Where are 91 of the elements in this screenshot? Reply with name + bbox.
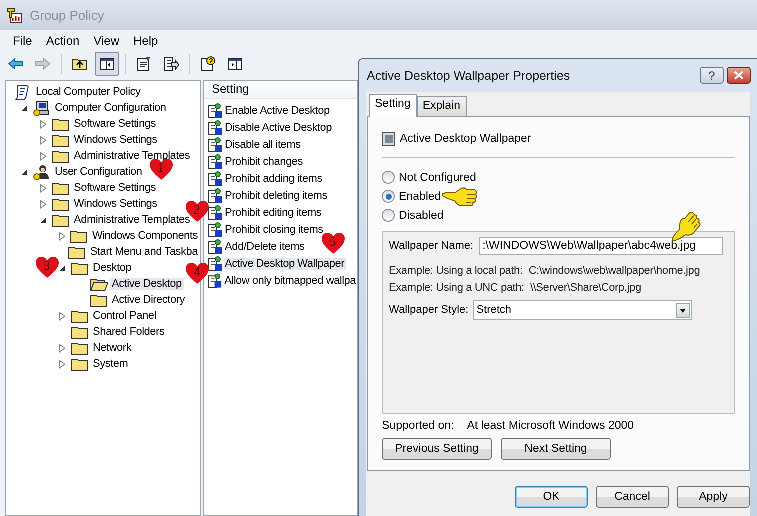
field-label: Wallpaper Name: bbox=[389, 240, 474, 252]
setting-item[interactable]: Add/Delete items bbox=[224, 240, 306, 252]
tree-item[interactable]: Shared Folders bbox=[91, 326, 167, 338]
radio-button[interactable] bbox=[382, 171, 395, 184]
heart-badge: 3 bbox=[34, 256, 60, 279]
radio-button[interactable] bbox=[382, 190, 395, 203]
example-path: \\Server\Share\Corp.jpg bbox=[530, 282, 642, 294]
tree-item[interactable]: Windows Components bbox=[90, 230, 200, 242]
split-pane-icon bbox=[99, 56, 115, 72]
tree-item[interactable]: Active Directory bbox=[110, 294, 188, 306]
close-icon bbox=[734, 71, 744, 80]
left-arrow-icon bbox=[8, 56, 24, 72]
setting-icon bbox=[207, 154, 223, 170]
setting-icon bbox=[207, 188, 223, 204]
setting-icon bbox=[207, 238, 223, 254]
setting-icon bbox=[382, 131, 396, 147]
tree-item[interactable]: Software Settings bbox=[72, 182, 158, 194]
tree-item[interactable]: Active Desktop bbox=[110, 278, 184, 290]
setting-title: Active Desktop Wallpaper bbox=[400, 133, 532, 145]
expanded-arrow-icon[interactable] bbox=[21, 168, 28, 176]
input-field[interactable]: :\WINDOWS\Web\Wallpaper\abc4web.jpg bbox=[478, 237, 723, 255]
dialog-button[interactable]: OK bbox=[515, 486, 588, 508]
tree-item[interactable]: Desktop bbox=[91, 262, 134, 274]
setting-item[interactable]: Disable all items bbox=[224, 138, 302, 150]
example-label: Example: Using a UNC path: bbox=[389, 282, 524, 294]
tree-item[interactable]: Administrative Templates bbox=[72, 214, 192, 226]
tree-item[interactable]: System bbox=[91, 358, 130, 370]
tree-item[interactable]: Start Menu and Taskba bbox=[88, 246, 200, 258]
dialog-title: Active Desktop Wallpaper Properties bbox=[367, 68, 572, 82]
radio-label[interactable]: Enabled bbox=[399, 190, 442, 202]
right-arrow-icon bbox=[35, 56, 51, 72]
expanded-arrow-icon[interactable] bbox=[59, 264, 66, 272]
setting-item[interactable]: Enable Active Desktop bbox=[224, 104, 331, 116]
field-label: Wallpaper Style: bbox=[389, 304, 469, 316]
tab[interactable]: Explain bbox=[416, 96, 467, 116]
setting-item[interactable]: Prohibit changes bbox=[224, 156, 304, 168]
setting-icon bbox=[207, 222, 223, 238]
style-dropdown[interactable]: Stretch bbox=[472, 300, 692, 320]
tree-item[interactable]: Control Panel bbox=[91, 310, 158, 322]
nav-button[interactable]: Previous Setting bbox=[382, 438, 492, 460]
help-icon bbox=[200, 56, 216, 72]
dialog-button[interactable]: Apply bbox=[677, 486, 750, 508]
tree-item[interactable]: Network bbox=[91, 342, 134, 354]
setting-icon bbox=[207, 120, 223, 136]
column-header[interactable]: Setting bbox=[204, 81, 357, 99]
scroll-icon bbox=[14, 84, 32, 100]
tree-item[interactable]: User Configuration bbox=[53, 166, 144, 178]
tree-item[interactable]: Computer Configuration bbox=[53, 102, 168, 114]
setting-item[interactable]: Prohibit editing items bbox=[224, 206, 323, 218]
setting-item[interactable]: Active Desktop Wallpaper bbox=[224, 258, 346, 270]
split-pane-button[interactable] bbox=[95, 52, 119, 76]
setting-icon bbox=[207, 170, 223, 186]
document-icon bbox=[136, 56, 152, 72]
expanded-arrow-icon[interactable] bbox=[40, 216, 47, 224]
setting-item[interactable]: Disable Active Desktop bbox=[224, 122, 333, 134]
collapsed-arrow-icon[interactable] bbox=[58, 232, 66, 240]
setting-icon bbox=[207, 136, 223, 152]
heart-badge: 4 bbox=[184, 262, 210, 285]
radio-button[interactable] bbox=[382, 209, 395, 222]
menu-item[interactable]: Action bbox=[39, 32, 87, 50]
tab[interactable]: Setting bbox=[369, 94, 417, 117]
setting-item[interactable]: Prohibit deleting items bbox=[224, 190, 328, 202]
menu-item[interactable]: File bbox=[6, 32, 40, 50]
user-icon bbox=[33, 164, 51, 180]
help-button[interactable]: ? bbox=[700, 67, 724, 84]
dialog-button[interactable]: Cancel bbox=[596, 486, 669, 508]
menu-item[interactable]: Help bbox=[126, 32, 166, 50]
app-icon bbox=[6, 6, 24, 24]
tree-item[interactable]: Software Settings bbox=[72, 118, 158, 130]
setting-item[interactable]: Allow only bitmapped wallpa bbox=[224, 274, 357, 286]
tree-item[interactable]: Windows Settings bbox=[72, 198, 160, 210]
pane-icon bbox=[227, 56, 243, 72]
collapsed-arrow-icon[interactable] bbox=[59, 312, 66, 320]
radio-label[interactable]: Not Configured bbox=[399, 172, 476, 184]
setting-item[interactable]: Prohibit adding items bbox=[224, 172, 324, 184]
export-list-icon bbox=[163, 56, 179, 72]
heart-badge: 5 bbox=[320, 232, 346, 255]
expanded-arrow-icon[interactable] bbox=[21, 104, 28, 112]
computer-icon bbox=[33, 100, 51, 116]
example-label: Example: Using a local path: bbox=[389, 265, 523, 277]
tree-item[interactable]: Local Computer Policy bbox=[34, 86, 143, 98]
close-button[interactable] bbox=[727, 67, 751, 84]
tree-item[interactable]: Windows Settings bbox=[72, 134, 160, 146]
supported-label: Supported on: bbox=[382, 420, 454, 432]
supported-value: At least Microsoft Windows 2000 bbox=[467, 420, 634, 432]
setting-icon bbox=[207, 102, 223, 118]
nav-button[interactable]: Next Setting bbox=[501, 438, 611, 460]
example-path: C:\windows\web\wallpaper\home.jpg bbox=[528, 265, 700, 277]
menu-item[interactable]: View bbox=[86, 32, 126, 50]
window-title: Group Policy bbox=[30, 8, 104, 22]
radio-label[interactable]: Disabled bbox=[399, 210, 444, 222]
